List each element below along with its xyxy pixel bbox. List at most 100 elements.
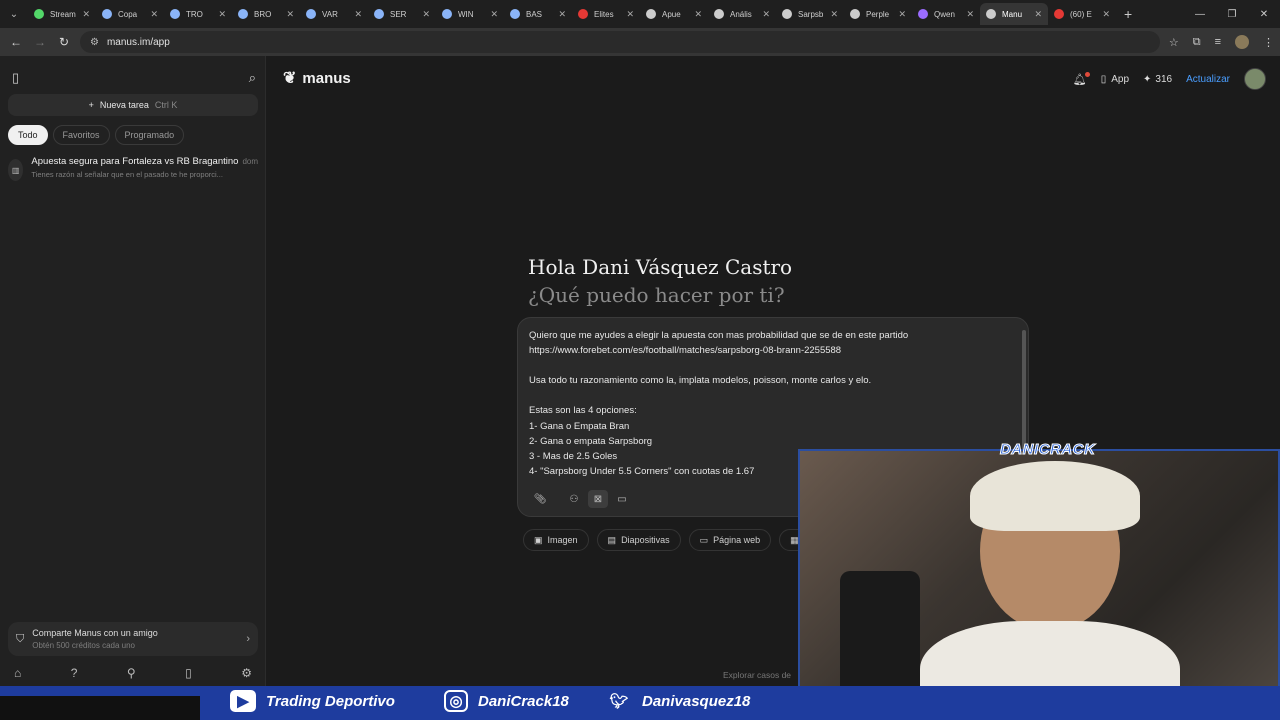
suggestion-webpage[interactable]: ▭ Página web (688, 529, 772, 551)
plus-icon: + (88, 100, 94, 110)
settings-sliders-icon[interactable]: ⚙ (241, 666, 252, 680)
explore-cases-link[interactable]: Explorar casos de (723, 670, 791, 680)
webcam-shirt (920, 621, 1180, 694)
chat-mode-icon[interactable]: ▭ (612, 490, 632, 508)
tab-close-icon[interactable]: ✕ (830, 9, 838, 20)
url-field[interactable]: ⚙ manus.im/app (80, 31, 1160, 53)
tab-close-icon[interactable]: ✕ (898, 9, 906, 20)
tools-grid-icon[interactable]: ⊠ (588, 490, 608, 508)
suggestion-image[interactable]: ▣ Imagen (523, 529, 589, 551)
tab-close-icon[interactable]: ✕ (82, 9, 90, 20)
share-invite-card[interactable]: ⛉ Comparte Manus con un amigo Obtén 500 … (8, 622, 258, 656)
new-task-button[interactable]: + Nueva tarea Ctrl K (8, 94, 258, 116)
tab-close-icon[interactable]: ✕ (1034, 9, 1042, 20)
browser-tab[interactable]: Qwen ✕ (912, 3, 980, 25)
browser-tab[interactable]: WIN ✕ (436, 3, 504, 25)
browser-tab[interactable]: TRO ✕ (164, 3, 232, 25)
tab-search-chevron-icon[interactable]: ⌄ (0, 0, 28, 28)
minimize-icon[interactable]: — (1184, 9, 1216, 20)
toggle-sidebar-icon[interactable]: ▯ (12, 70, 19, 86)
notification-bell-icon[interactable]: 🔔︎ (1073, 71, 1090, 86)
tab-favicon-icon (170, 9, 180, 19)
tab-close-icon[interactable]: ✕ (966, 9, 974, 20)
browser-tab[interactable]: Anális ✕ (708, 3, 776, 25)
help-icon[interactable]: ? (71, 666, 78, 680)
tab-close-icon[interactable]: ✕ (762, 9, 770, 20)
task-filters: Todo Favoritos Programado (8, 125, 185, 145)
sidebar: ▯ ⌕ + Nueva tarea Ctrl K Todo Favoritos … (0, 56, 266, 696)
tab-strip: Stream ✕ Copa ✕ TRO ✕ BRO ✕ VAR ✕ SER ✕ WIN ✕ BAS ✕ Elit… (28, 3, 1116, 25)
home-icon[interactable]: ⌂ (14, 666, 21, 680)
credits-count: 316 (1155, 73, 1173, 85)
browser-tab[interactable]: (60) E ✕ (1048, 3, 1116, 25)
tab-close-icon[interactable]: ✕ (354, 9, 362, 20)
credits-button[interactable]: ✦ 316 (1143, 74, 1172, 85)
tab-label: WIN (458, 9, 474, 19)
tab-close-icon[interactable]: ✕ (1102, 9, 1110, 20)
social-instagram-label: DaniCrack18 (478, 692, 569, 710)
browser-tab[interactable]: Perple ✕ (844, 3, 912, 25)
browser-menu-icon[interactable]: ⋮ (1263, 36, 1274, 49)
task-list-item[interactable]: ▥ Apuesta segura para Fortaleza vs RB Br… (8, 156, 258, 186)
tab-close-icon[interactable]: ✕ (490, 9, 498, 20)
browser-tab[interactable]: Elites ✕ (572, 3, 640, 25)
tab-close-icon[interactable]: ✕ (558, 9, 566, 20)
taskbar-strip (0, 696, 200, 720)
profile-avatar[interactable] (1235, 35, 1249, 49)
user-avatar[interactable] (1244, 68, 1266, 90)
tab-label: Qwen (934, 9, 955, 19)
suggestion-webpage-label: Página web (713, 535, 761, 545)
extensions-icon[interactable]: ⧉ (1193, 36, 1201, 49)
suggestion-slides[interactable]: ▤ Diapositivas (596, 529, 681, 551)
tab-close-icon[interactable]: ✕ (286, 9, 294, 20)
back-icon[interactable]: ← (4, 35, 28, 49)
twitter-icon: 🐦︎ (609, 693, 629, 710)
bookmark-star-icon[interactable]: ☆ (1169, 36, 1179, 49)
filter-scheduled[interactable]: Programado (114, 125, 185, 145)
task-title: Apuesta segura para Fortaleza vs RB Brag… (31, 156, 239, 167)
tab-close-icon[interactable]: ✕ (422, 9, 430, 20)
mobile-icon[interactable]: ▯ (185, 666, 192, 680)
filter-favorites[interactable]: Favoritos (52, 125, 110, 145)
phone-icon: ▯ (1100, 73, 1107, 85)
tab-favicon-icon (442, 9, 452, 19)
social-instagram: ◎ DaniCrack18 (444, 690, 569, 712)
close-window-icon[interactable]: ✕ (1248, 9, 1280, 20)
site-info-icon[interactable]: ⚙ (90, 37, 99, 48)
tab-close-icon[interactable]: ✕ (150, 9, 158, 20)
tab-close-icon[interactable]: ✕ (626, 9, 634, 20)
tab-label: Apue (662, 9, 681, 19)
tab-label: (60) E (1070, 9, 1092, 19)
tab-close-icon[interactable]: ✕ (218, 9, 226, 20)
tab-label: BAS (526, 9, 543, 19)
greeting: Hola Dani Vásquez Castro (528, 255, 793, 279)
lightbulb-icon[interactable]: ⚲ (127, 666, 136, 680)
browser-tab[interactable]: Manu ✕ (980, 3, 1048, 25)
new-tab-button[interactable]: + (1124, 6, 1132, 22)
connectors-icon[interactable]: ⚇ (564, 490, 584, 508)
attach-icon[interactable]: 📎︎ (530, 490, 550, 508)
tab-label: Sarpsb (798, 9, 824, 19)
reload-icon[interactable]: ↻ (52, 35, 76, 49)
browser-tab[interactable]: Stream ✕ (28, 3, 96, 25)
webpage-icon: ▭ (699, 534, 709, 545)
browser-tab[interactable]: Apue ✕ (640, 3, 708, 25)
upgrade-link[interactable]: Actualizar (1186, 74, 1230, 85)
search-icon[interactable]: ⌕ (249, 70, 256, 86)
browser-tab[interactable]: SER ✕ (368, 3, 436, 25)
forward-icon[interactable]: → (28, 35, 52, 49)
app-button[interactable]: ▯ App (1101, 74, 1129, 85)
restore-icon[interactable]: ❐ (1216, 9, 1248, 20)
browser-tab[interactable]: Copa ✕ (96, 3, 164, 25)
browser-tab[interactable]: VAR ✕ (300, 3, 368, 25)
brand[interactable]: ❦ manus (283, 68, 351, 88)
tab-favicon-icon (374, 9, 384, 19)
browser-tab[interactable]: Sarpsb ✕ (776, 3, 844, 25)
share-subtitle: Obtén 500 créditos cada uno (32, 641, 135, 650)
composer-tools: 📎︎ ⚇ ⊠ ▭ (530, 490, 632, 508)
tab-close-icon[interactable]: ✕ (694, 9, 702, 20)
browser-tab[interactable]: BRO ✕ (232, 3, 300, 25)
browser-tab[interactable]: BAS ✕ (504, 3, 572, 25)
filter-all[interactable]: Todo (8, 125, 48, 145)
media-icon[interactable]: ≡ (1215, 36, 1221, 48)
